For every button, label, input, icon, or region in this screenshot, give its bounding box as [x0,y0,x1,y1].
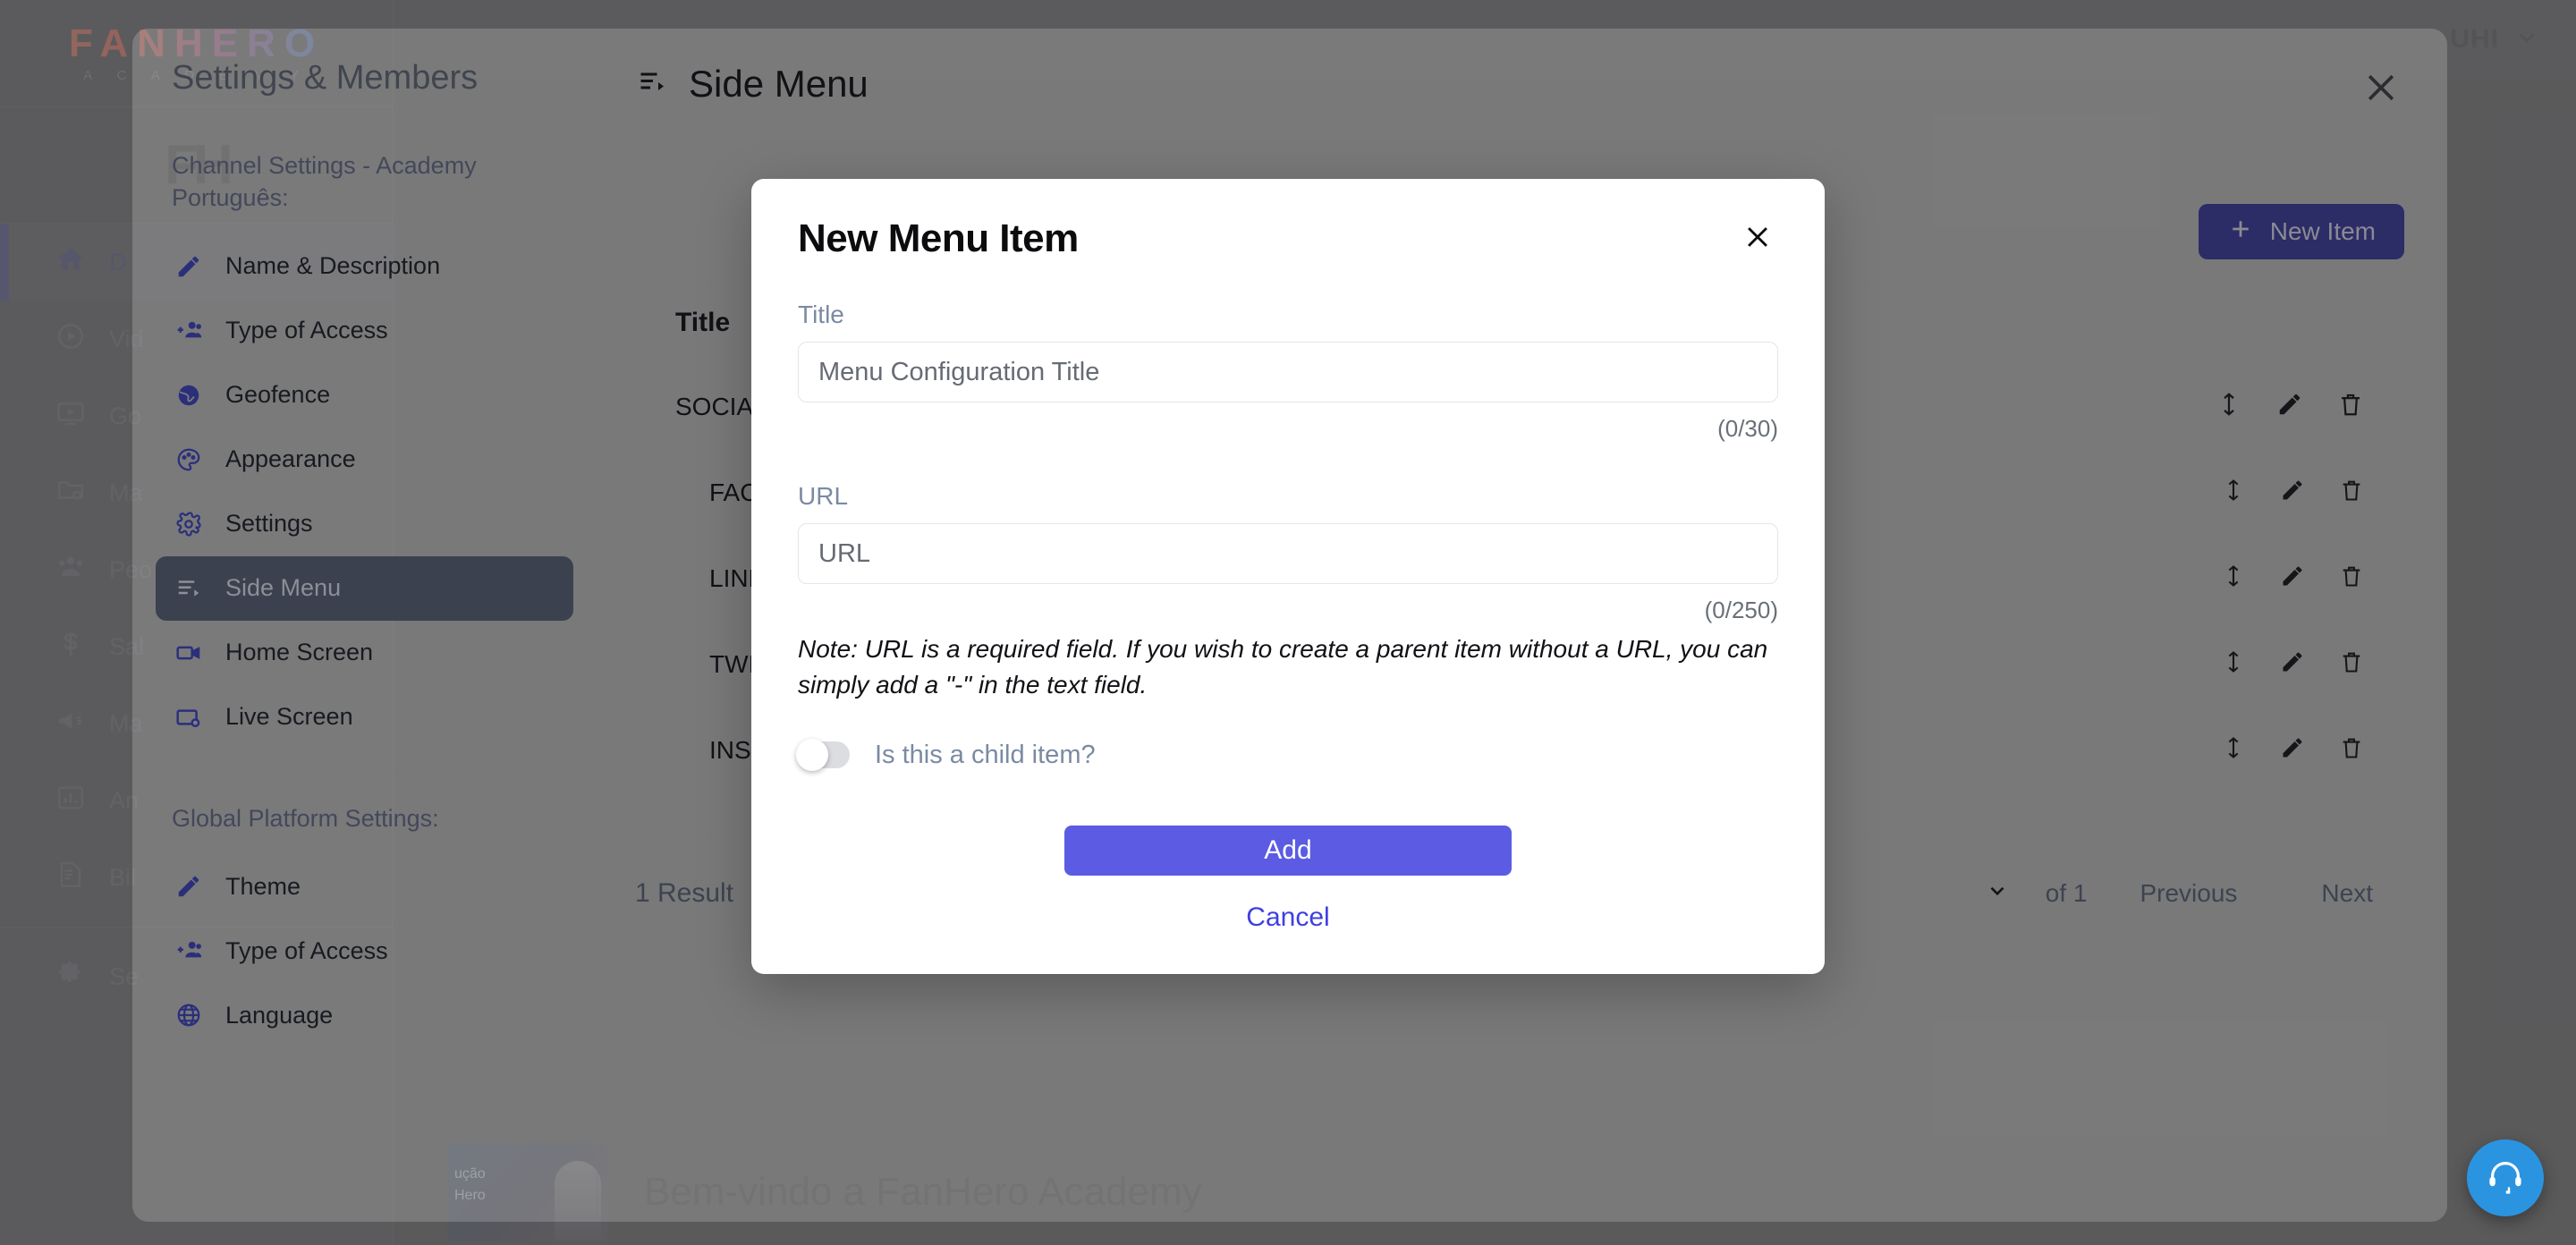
sidebar-item-type-of-access[interactable]: Type of Access [156,299,573,363]
next-button[interactable]: Next [2290,866,2404,921]
sidebar-item-side-menu[interactable]: Side Menu [156,555,573,621]
delete-icon[interactable] [2337,391,2364,424]
sidebar-item-global-type-of-access[interactable]: Type of Access [156,919,573,983]
add-person-icon [174,937,204,964]
globe-filled-icon [174,382,204,409]
url-char-counter: (0/250) [1704,597,1778,623]
side-menu-icon [174,575,204,602]
sidebar-item-label: Settings [225,510,313,538]
sidebar-item-label: Type of Access [225,317,388,344]
content-heading: Side Menu [689,63,869,105]
palette-icon [174,446,204,473]
reorder-icon[interactable] [2221,478,2246,509]
reorder-icon[interactable] [2221,735,2246,766]
row-actions [2221,563,2364,595]
settings-sidebar: Settings & Members Channel Settings - Ac… [132,29,597,1222]
reorder-icon[interactable] [2216,391,2242,424]
channel-settings-group-label: Channel Settings - Academy Português: [172,152,477,212]
side-menu-icon [637,66,669,103]
add-person-icon [174,318,204,344]
edit-icon[interactable] [2280,735,2305,766]
pencil-icon [174,253,204,280]
reorder-icon[interactable] [2221,563,2246,595]
child-item-toggle[interactable] [796,739,850,771]
video-camera-icon [174,639,204,666]
support-button[interactable] [2467,1139,2544,1216]
sidebar-item-theme[interactable]: Theme [156,854,573,919]
sidebar-item-label: Name & Description [225,252,441,280]
row-actions [2221,649,2364,681]
url-field-label: URL [798,482,849,510]
sidebar-item-live-screen[interactable]: Live Screen [156,685,573,750]
edit-icon[interactable] [2280,649,2305,681]
content-header: Side Menu [597,29,2447,106]
reorder-icon[interactable] [2221,649,2246,681]
toggle-knob [796,739,828,771]
modal-header: New Menu Item [798,216,1778,261]
sidebar-item-geofence[interactable]: Geofence [156,363,573,428]
global-settings-group-label: Global Platform Settings: [172,804,439,832]
page-title: Settings & Members [172,59,479,97]
title-input[interactable] [798,342,1778,402]
title-field-label: Title [798,301,844,328]
url-note: Note: URL is a required field. If you wi… [798,635,1768,699]
screen: FANHERO A C A D E M Y FH D Vid Go Ma Peo [0,0,2576,1245]
sidebar-item-label: Side Menu [225,574,342,602]
plus-icon [2227,216,2254,249]
chevron-down-icon [1986,879,2009,909]
page-select[interactable] [1916,866,2024,921]
add-button[interactable]: Add [1064,825,1512,876]
sidebar-item-label: Live Screen [225,703,353,731]
new-menu-item-modal: New Menu Item Title (0/30) URL (0/250) N… [751,179,1825,974]
child-item-toggle-label: Is this a child item? [875,740,1096,769]
panel-close-button[interactable] [2358,64,2404,111]
cancel-button[interactable]: Cancel [1246,902,1329,933]
sidebar-item-settings[interactable]: Settings [156,492,573,556]
sidebar-item-label: Language [225,1001,334,1029]
edit-icon[interactable] [2280,478,2305,509]
previous-button[interactable]: Previous [2108,866,2269,921]
new-item-label: New Item [2269,217,2376,245]
sidebar-item-language[interactable]: Language [156,983,573,1047]
delete-icon[interactable] [2339,649,2364,681]
title-char-counter: (0/30) [1717,415,1778,442]
modal-title: New Menu Item [798,216,1079,260]
new-item-button[interactable]: New Item [2198,204,2404,259]
row-actions [2216,391,2364,424]
page-of-label: of 1 [2045,879,2088,907]
sidebar-item-home-screen[interactable]: Home Screen [156,621,573,685]
row-actions [2221,735,2364,766]
globe-outline-icon [174,1002,204,1029]
delete-icon[interactable] [2339,735,2364,766]
sidebar-item-label: Theme [225,872,301,900]
modal-close-button[interactable] [1737,216,1778,258]
sidebar-item-label: Appearance [225,445,356,473]
result-count: 1 Result [635,878,734,908]
delete-icon[interactable] [2339,563,2364,595]
url-input[interactable] [798,523,1778,584]
sidebar-item-label: Home Screen [225,639,374,666]
live-screen-icon [174,704,204,731]
sidebar-item-name-description[interactable]: Name & Description [156,234,573,299]
pencil-icon [174,873,204,900]
edit-icon[interactable] [2276,391,2303,424]
edit-icon[interactable] [2280,563,2305,595]
gear-icon [174,511,204,538]
sidebar-item-label: Type of Access [225,936,388,964]
delete-icon[interactable] [2339,478,2364,509]
column-header-title: Title [675,307,731,337]
sidebar-item-appearance[interactable]: Appearance [156,428,573,492]
child-item-toggle-row[interactable]: Is this a child item? [796,739,1778,771]
row-actions [2221,478,2364,509]
sidebar-item-label: Geofence [225,381,331,409]
